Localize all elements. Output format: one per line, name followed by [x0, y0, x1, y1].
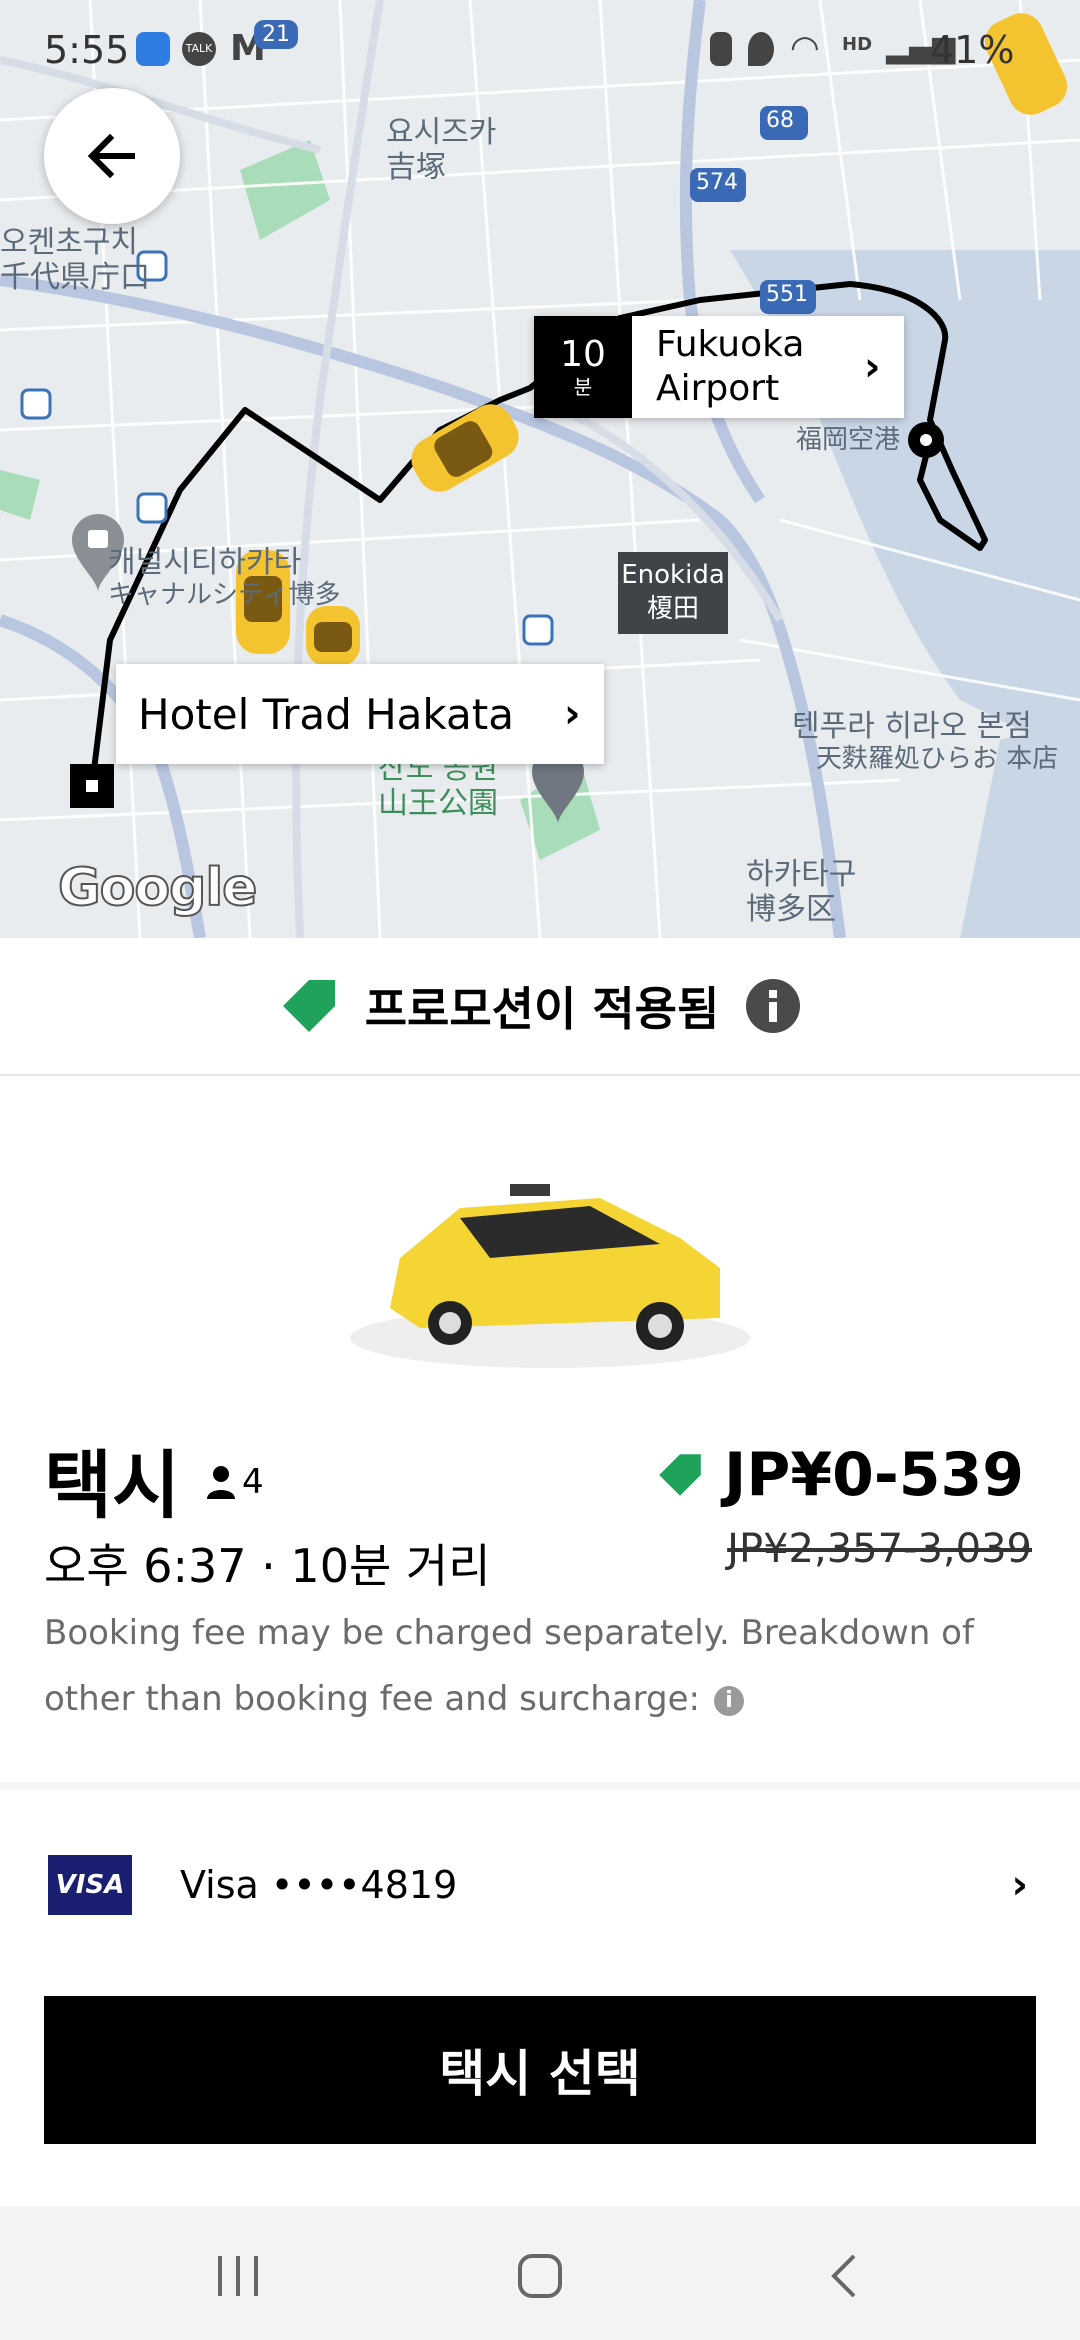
visa-card-icon: VISA: [48, 1855, 132, 1915]
map-label-canal-city: 캐널시티하카타 キャナルシティ博多: [108, 545, 341, 610]
talk-icon: TALK: [182, 32, 216, 66]
location-icon: [748, 32, 774, 66]
park: [240, 140, 330, 240]
park-small: [0, 470, 40, 520]
system-nav-bar: [0, 2206, 1080, 2340]
arrival-eta: 오후 6:37 · 10분 거리: [44, 1539, 491, 1593]
eta-unit: 분: [573, 375, 593, 399]
capacity: 4: [206, 1462, 264, 1502]
price: JP¥0-539: [724, 1440, 1024, 1510]
wifi-icon: ◠: [790, 28, 820, 68]
fee-note-text: Booking fee may be charged separately. B…: [44, 1613, 974, 1719]
section-divider: [0, 1782, 1080, 1790]
google-logo: Google: [57, 857, 258, 919]
promo-text: 프로모션이 적용됨: [364, 982, 720, 1036]
gmail-badge: 21: [254, 20, 298, 49]
taxi-car-image: [350, 1184, 750, 1368]
capacity-count: 4: [242, 1462, 264, 1502]
map-label-chiyo: 오켄초구치 千代県庁口: [0, 225, 150, 295]
map[interactable]: 요시즈카 吉塚 오켄초구치 千代県庁口 캐널시티하카타 キャナルシティ博多 텐푸라 히…: [0, 0, 1080, 938]
person-icon: [207, 1466, 235, 1499]
origin-name: Hotel Trad Hakata: [138, 689, 514, 739]
map-label-yoshizuka: 요시즈카 吉塚: [386, 115, 497, 185]
destination-eta: 10 분: [534, 316, 632, 418]
promo-bar[interactable]: 프로모션이 적용됨: [0, 938, 1080, 1076]
map-label-airport-jp: 福岡空港: [796, 425, 901, 455]
recent-apps-icon[interactable]: [214, 2254, 262, 2298]
discount-tag-icon: [659, 1454, 701, 1496]
status-time: 5:55: [44, 28, 130, 72]
hd-voice-icon: HD: [842, 34, 873, 55]
chevron-right-icon: ›: [1011, 1862, 1028, 1908]
chevron-right-icon: ›: [864, 344, 881, 390]
destination-callout[interactable]: 10 분 Fukuoka Airport ›: [534, 316, 904, 418]
route-shield-label: 574: [696, 170, 738, 195]
map-label-tenpura: 텐푸라 히라오 본점 天麩羅処ひらお 本店: [792, 709, 1059, 774]
eta-number: 10: [560, 334, 606, 375]
info-icon[interactable]: [745, 978, 801, 1034]
map-taxi-3: [306, 606, 360, 666]
price-row: JP¥0-539: [656, 1440, 1024, 1510]
arrow-left-icon: [87, 133, 135, 179]
route-shield-label: 551: [766, 282, 808, 307]
back-button[interactable]: [44, 88, 180, 224]
origin-callout[interactable]: Hotel Trad Hakata ›: [116, 664, 604, 764]
status-bar: 5:55 TALK M 21 ◠ HD ▂▄▆ 41%: [0, 0, 1080, 100]
battery-percent: 41%: [930, 28, 1015, 72]
kakao-icon: [136, 32, 170, 66]
chevron-right-icon: ›: [564, 691, 581, 737]
fee-info-icon[interactable]: i: [714, 1685, 745, 1716]
map-label-hakata: 하카타구 博多区: [746, 857, 857, 927]
destination-name: Fukuoka Airport: [656, 324, 805, 409]
select-taxi-button[interactable]: 택시 선택: [44, 1996, 1036, 2144]
fee-note: Booking fee may be charged separately. B…: [44, 1600, 1054, 1732]
promo-tag-icon: [282, 980, 335, 1032]
ride-name: 택시: [44, 1443, 181, 1529]
poi-label-enokida: Enokida 榎田: [618, 552, 728, 634]
home-icon[interactable]: [516, 2252, 564, 2300]
payment-method-row[interactable]: VISA Visa ••••4819 ›: [0, 1830, 1080, 1940]
back-icon[interactable]: [826, 2252, 862, 2300]
original-price: JP¥2,357-3,039: [727, 1526, 1032, 1572]
payment-label: Visa ••••4819: [180, 1863, 458, 1907]
battery-saver-icon: [710, 32, 732, 66]
route-shield-label: 68: [766, 108, 794, 133]
